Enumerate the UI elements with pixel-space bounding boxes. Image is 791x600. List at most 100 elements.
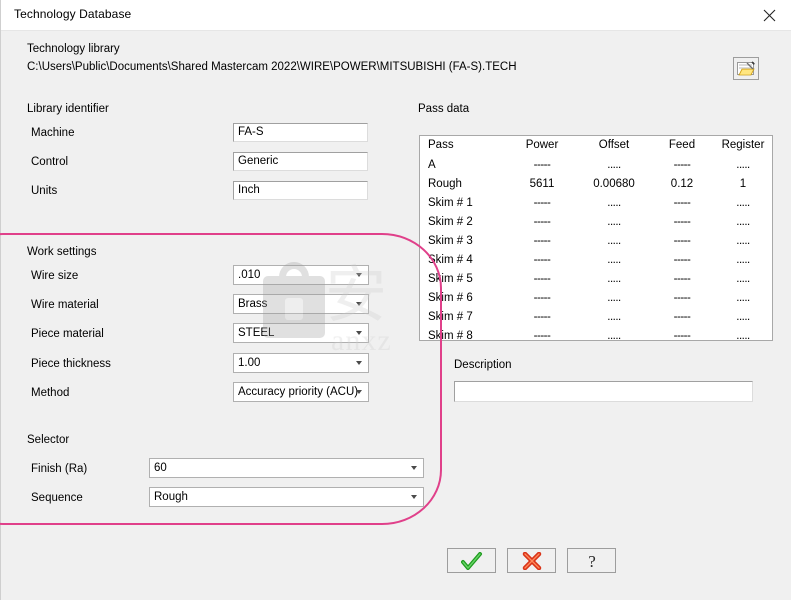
cell-register: .....	[736, 234, 750, 247]
cell-register: .....	[736, 196, 750, 209]
pass-data-table[interactable]: Pass Power Offset Feed Register A ----- …	[419, 135, 773, 341]
machine-field[interactable]: FA-S	[233, 123, 368, 142]
cell-register: .....	[736, 272, 750, 285]
cell-pass: Skim # 5	[428, 272, 473, 285]
method-value: Accuracy priority (ACU)	[238, 386, 359, 398]
library-identifier-group-label: Library identifier	[27, 103, 109, 115]
cell-pass: Skim # 1	[428, 196, 473, 209]
cell-power: -----	[533, 253, 551, 266]
ok-button[interactable]	[447, 548, 496, 573]
table-row[interactable]: A ----- ..... ----- .....	[420, 155, 772, 174]
cell-pass: A	[428, 158, 436, 171]
pass-data-group-label: Pass data	[418, 103, 470, 115]
piece-thickness-value: 1.00	[238, 357, 261, 369]
piece-material-label: Piece material	[31, 328, 104, 340]
cell-offset: .....	[607, 196, 621, 209]
title-bar: Technology Database	[1, 0, 791, 31]
cell-pass: Skim # 4	[428, 253, 473, 266]
chevron-down-icon[interactable]	[351, 324, 366, 342]
col-pass: Pass	[428, 139, 454, 151]
sequence-value: Rough	[154, 491, 188, 503]
cell-feed: -----	[673, 196, 691, 209]
red-x-icon	[522, 551, 541, 570]
cell-pass: Rough	[428, 177, 462, 190]
finish-ra-value: 60	[154, 462, 167, 474]
table-row[interactable]: Skim # 7 ----- ..... ----- .....	[420, 307, 772, 326]
wire-material-value: Brass	[238, 298, 268, 310]
chevron-down-icon[interactable]	[406, 459, 421, 477]
table-row[interactable]: Skim # 8 ----- ..... ----- .....	[420, 326, 772, 341]
chevron-down-icon[interactable]	[406, 488, 421, 506]
cell-power: -----	[533, 196, 551, 209]
cell-register: 1	[739, 177, 747, 190]
cell-offset: .....	[607, 215, 621, 228]
table-row[interactable]: Skim # 1 ----- ..... ----- .....	[420, 193, 772, 212]
table-row[interactable]: Skim # 4 ----- ..... ----- .....	[420, 250, 772, 269]
chevron-down-icon[interactable]	[351, 266, 366, 284]
technology-library-path: C:\Users\Public\Documents\Shared Masterc…	[27, 61, 517, 73]
cell-register: .....	[736, 310, 750, 323]
cell-register: .....	[736, 291, 750, 304]
technology-database-dialog: Technology Database Technology library C…	[0, 0, 791, 600]
pass-data-grid: Pass Power Offset Feed Register A ----- …	[420, 136, 772, 341]
chevron-down-icon[interactable]	[351, 383, 366, 401]
control-label: Control	[31, 156, 69, 168]
pass-data-body: A ----- ..... ----- ..... Rough 5611 0.0…	[420, 155, 772, 341]
wire-size-value: .010	[238, 269, 261, 281]
close-icon[interactable]	[746, 0, 791, 30]
col-offset: Offset	[598, 139, 630, 151]
cell-power: -----	[533, 272, 551, 285]
wire-size-label: Wire size	[31, 270, 79, 282]
cancel-button[interactable]	[507, 548, 556, 573]
green-check-icon	[460, 551, 482, 570]
cell-pass: Skim # 3	[428, 234, 473, 247]
cell-register: .....	[736, 253, 750, 266]
cell-register: .....	[736, 215, 750, 228]
cell-feed: -----	[673, 234, 691, 247]
selector-group-label: Selector	[27, 434, 70, 446]
description-field[interactable]	[454, 381, 753, 402]
cell-feed: -----	[673, 329, 691, 341]
question-mark-icon: ?	[588, 552, 596, 570]
cell-feed: -----	[673, 310, 691, 323]
cell-feed: 0.12	[670, 177, 694, 190]
cell-feed: -----	[673, 291, 691, 304]
work-settings-group-label: Work settings	[27, 246, 97, 258]
cell-offset: 0.00680	[593, 177, 635, 190]
wire-size-combo[interactable]: .010	[233, 265, 369, 285]
cell-feed: -----	[673, 253, 691, 266]
table-row[interactable]: Skim # 2 ----- ..... ----- .....	[420, 212, 772, 231]
cell-offset: .....	[607, 329, 621, 341]
col-register: Register	[721, 139, 765, 151]
piece-thickness-combo[interactable]: 1.00	[233, 353, 369, 373]
description-label: Description	[454, 359, 512, 371]
sequence-combo[interactable]: Rough	[149, 487, 424, 507]
help-button[interactable]: ?	[567, 548, 616, 573]
cell-power: -----	[533, 291, 551, 304]
cell-offset: .....	[607, 158, 621, 171]
piece-material-value: STEEL	[238, 327, 275, 339]
units-field[interactable]: Inch	[233, 181, 368, 200]
table-row[interactable]: Skim # 6 ----- ..... ----- .....	[420, 288, 772, 307]
cell-pass: Skim # 7	[428, 310, 473, 323]
window-title: Technology Database	[14, 7, 132, 21]
sequence-label: Sequence	[31, 492, 83, 504]
svg-text:?: ?	[588, 552, 596, 570]
cell-power: -----	[533, 215, 551, 228]
cell-power: -----	[533, 310, 551, 323]
finish-ra-combo[interactable]: 60	[149, 458, 424, 478]
browse-library-button[interactable]	[733, 57, 759, 80]
control-field[interactable]: Generic	[233, 152, 368, 171]
cell-offset: .....	[607, 234, 621, 247]
table-row[interactable]: Rough 5611 0.00680 0.12 1	[420, 174, 772, 193]
chevron-down-icon[interactable]	[351, 354, 366, 372]
cell-pass: Skim # 6	[428, 291, 473, 304]
piece-material-combo[interactable]: STEEL	[233, 323, 369, 343]
table-row[interactable]: Skim # 3 ----- ..... ----- .....	[420, 231, 772, 250]
units-label: Units	[31, 185, 58, 197]
cell-feed: -----	[673, 272, 691, 285]
table-row[interactable]: Skim # 5 ----- ..... ----- .....	[420, 269, 772, 288]
method-combo[interactable]: Accuracy priority (ACU)	[233, 382, 369, 402]
chevron-down-icon[interactable]	[351, 295, 366, 313]
wire-material-combo[interactable]: Brass	[233, 294, 369, 314]
